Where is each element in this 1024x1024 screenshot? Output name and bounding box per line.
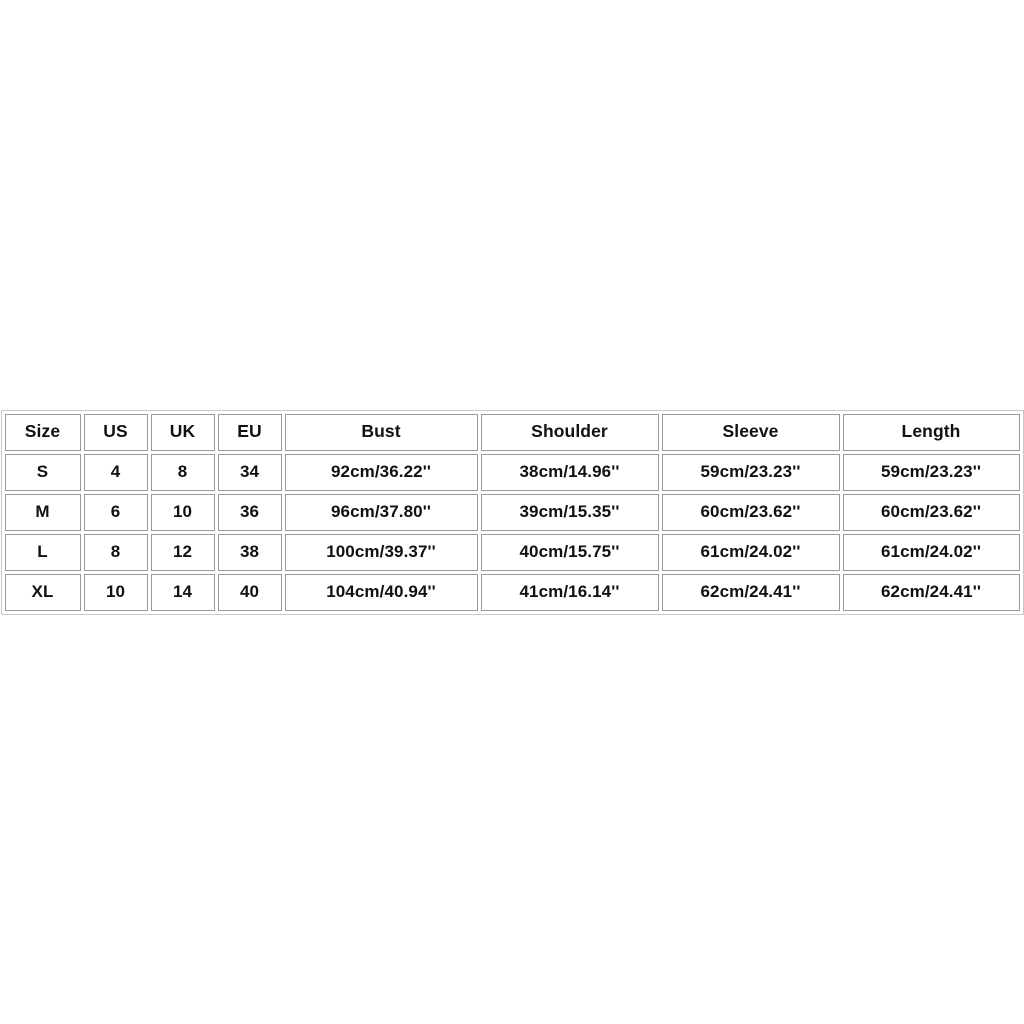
cell-shoulder: 39cm/15.35'' bbox=[480, 493, 659, 531]
column-header-us: US bbox=[83, 413, 148, 451]
cell-uk: 12 bbox=[150, 533, 215, 571]
cell-uk: 14 bbox=[150, 573, 215, 611]
column-header-eu: EU bbox=[217, 413, 282, 451]
cell-eu: 38 bbox=[217, 533, 282, 571]
cell-eu: 40 bbox=[217, 573, 282, 611]
table-header-row: Size US UK EU Bust Shoulder Sleeve Lengt… bbox=[4, 413, 1020, 451]
column-header-shoulder: Shoulder bbox=[480, 413, 659, 451]
cell-bust: 104cm/40.94'' bbox=[284, 573, 478, 611]
table-row: XL 10 14 40 104cm/40.94'' 41cm/16.14'' 6… bbox=[4, 573, 1020, 611]
table-row: L 8 12 38 100cm/39.37'' 40cm/15.75'' 61c… bbox=[4, 533, 1020, 571]
cell-uk: 10 bbox=[150, 493, 215, 531]
cell-size: S bbox=[4, 453, 81, 491]
cell-eu: 34 bbox=[217, 453, 282, 491]
cell-length: 59cm/23.23'' bbox=[842, 453, 1020, 491]
size-chart-table: Size US UK EU Bust Shoulder Sleeve Lengt… bbox=[0, 409, 1024, 615]
cell-eu: 36 bbox=[217, 493, 282, 531]
size-chart-container: Size US UK EU Bust Shoulder Sleeve Lengt… bbox=[0, 409, 1024, 615]
cell-length: 61cm/24.02'' bbox=[842, 533, 1020, 571]
cell-sleeve: 60cm/23.62'' bbox=[661, 493, 840, 531]
cell-sleeve: 61cm/24.02'' bbox=[661, 533, 840, 571]
cell-bust: 92cm/36.22'' bbox=[284, 453, 478, 491]
column-header-length: Length bbox=[842, 413, 1020, 451]
cell-sleeve: 62cm/24.41'' bbox=[661, 573, 840, 611]
column-header-size: Size bbox=[4, 413, 81, 451]
cell-bust: 96cm/37.80'' bbox=[284, 493, 478, 531]
column-header-sleeve: Sleeve bbox=[661, 413, 840, 451]
cell-length: 62cm/24.41'' bbox=[842, 573, 1020, 611]
column-header-bust: Bust bbox=[284, 413, 478, 451]
cell-shoulder: 38cm/14.96'' bbox=[480, 453, 659, 491]
cell-sleeve: 59cm/23.23'' bbox=[661, 453, 840, 491]
cell-us: 10 bbox=[83, 573, 148, 611]
cell-length: 60cm/23.62'' bbox=[842, 493, 1020, 531]
cell-size: XL bbox=[4, 573, 81, 611]
table-row: M 6 10 36 96cm/37.80'' 39cm/15.35'' 60cm… bbox=[4, 493, 1020, 531]
cell-bust: 100cm/39.37'' bbox=[284, 533, 478, 571]
cell-size: L bbox=[4, 533, 81, 571]
cell-us: 8 bbox=[83, 533, 148, 571]
cell-size: M bbox=[4, 493, 81, 531]
cell-us: 4 bbox=[83, 453, 148, 491]
cell-shoulder: 41cm/16.14'' bbox=[480, 573, 659, 611]
cell-us: 6 bbox=[83, 493, 148, 531]
cell-shoulder: 40cm/15.75'' bbox=[480, 533, 659, 571]
table-row: S 4 8 34 92cm/36.22'' 38cm/14.96'' 59cm/… bbox=[4, 453, 1020, 491]
column-header-uk: UK bbox=[150, 413, 215, 451]
cell-uk: 8 bbox=[150, 453, 215, 491]
